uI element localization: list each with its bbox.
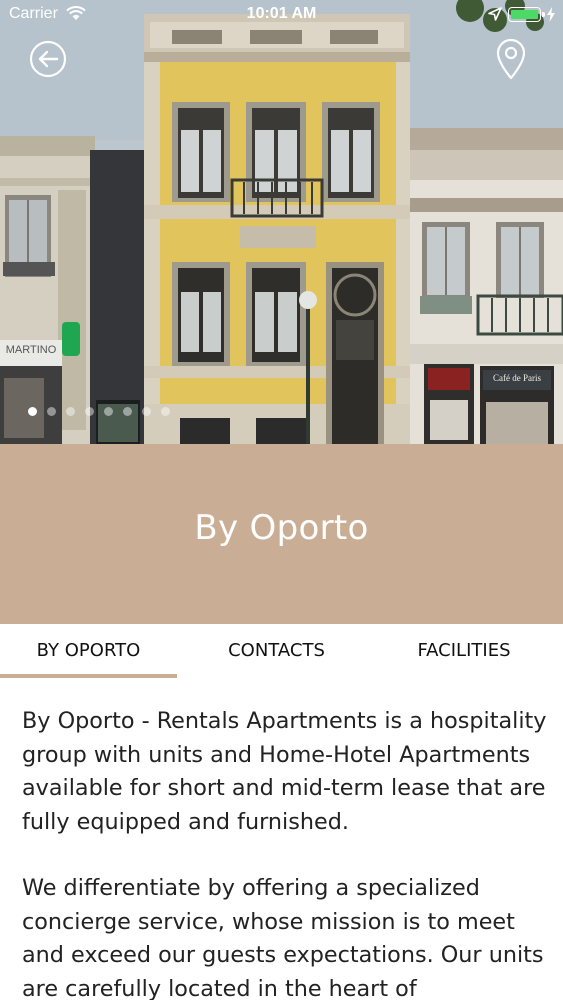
title-band: By Oporto (0, 444, 563, 624)
tab-bar: BY OPORTO CONTACTS FACILITIES (0, 624, 563, 678)
building-photo (0, 0, 563, 444)
tab-contacts[interactable]: CONTACTS (185, 624, 368, 678)
carousel-dot[interactable] (123, 407, 132, 416)
hero-image: MARTINO Café de Paris Carrier 10:01 AM (0, 0, 563, 444)
carousel-dot[interactable] (47, 407, 56, 416)
map-pin-icon[interactable] (494, 38, 528, 80)
battery-icon (508, 7, 545, 22)
back-arrow-circle-icon[interactable] (29, 40, 67, 78)
carousel-dot[interactable] (28, 407, 37, 416)
carousel-dot[interactable] (85, 407, 94, 416)
carousel-dot[interactable] (66, 407, 75, 416)
battery-nub (542, 12, 545, 17)
description-paragraph: We differentiate by offering a specializ… (22, 875, 544, 1000)
tab-facilities[interactable]: FACILITIES (370, 624, 558, 678)
page-title: By Oporto (194, 508, 369, 548)
status-bar: Carrier 10:01 AM (0, 0, 563, 30)
carousel-dot[interactable] (104, 407, 113, 416)
carousel-dot[interactable] (142, 407, 151, 416)
active-tab-indicator (0, 674, 177, 678)
shop-sign-right: Café de Paris (493, 373, 541, 383)
shop-sign-left: MARTINO (5, 344, 57, 356)
clock-label: 10:01 AM (246, 5, 317, 22)
charging-bolt-icon (547, 7, 555, 22)
carousel-dot[interactable] (161, 407, 170, 416)
battery-level (511, 10, 538, 19)
location-arrow-icon (488, 7, 502, 21)
tab-by-oporto[interactable]: BY OPORTO (0, 624, 177, 678)
description-text: By Oporto - Rentals Apartments is a hosp… (22, 705, 547, 1000)
description-paragraph: By Oporto - Rentals Apartments is a hosp… (22, 708, 547, 835)
carousel-pagination[interactable] (0, 407, 563, 419)
